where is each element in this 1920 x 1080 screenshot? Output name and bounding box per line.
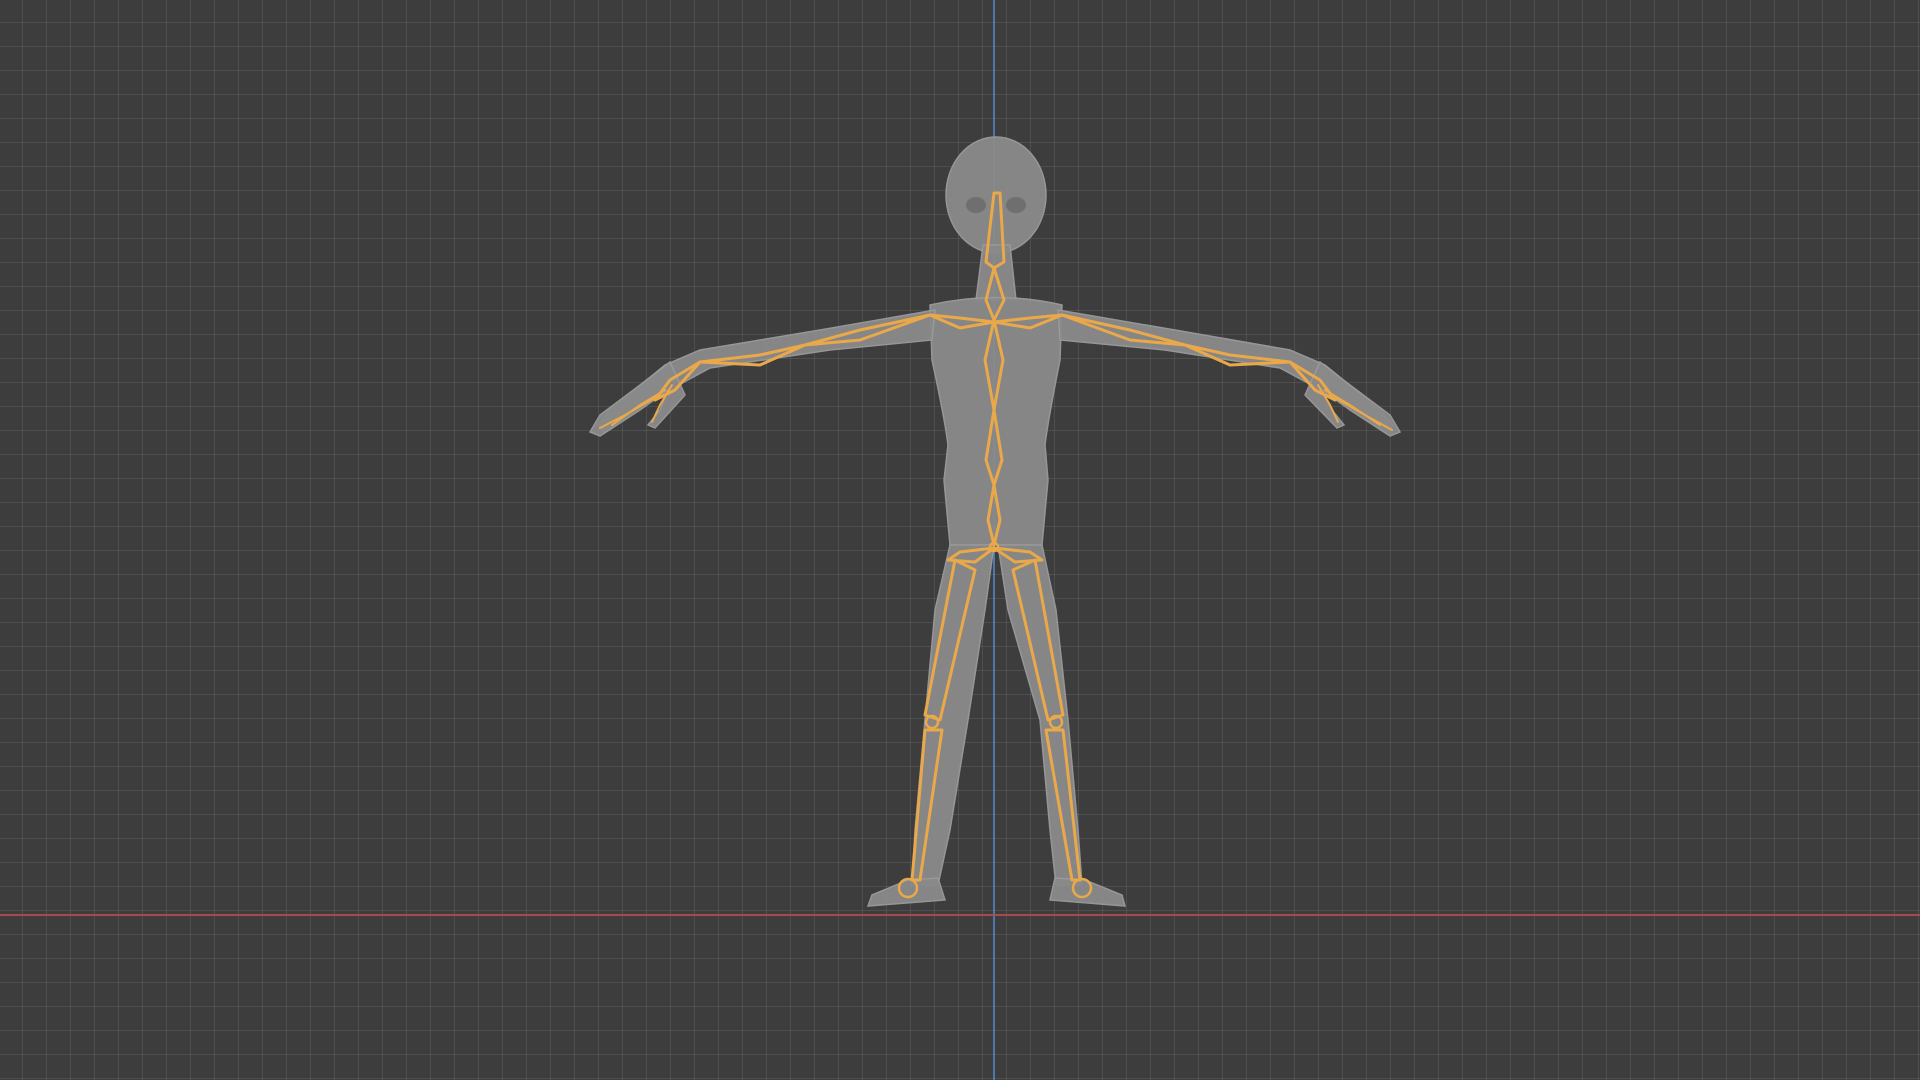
mesh-left-arm[interactable] xyxy=(597,309,936,433)
3d-viewport[interactable] xyxy=(0,0,1920,1080)
mesh-right-eye xyxy=(1006,197,1026,213)
mesh-left-foot[interactable] xyxy=(866,877,947,907)
mesh-head[interactable] xyxy=(945,136,1047,254)
character-mesh[interactable] xyxy=(588,136,1402,907)
mesh-right-hand[interactable] xyxy=(1304,360,1402,437)
scene-objects[interactable] xyxy=(0,0,1920,1080)
mesh-left-eye xyxy=(966,197,986,213)
mesh-right-arm[interactable] xyxy=(1057,309,1394,433)
